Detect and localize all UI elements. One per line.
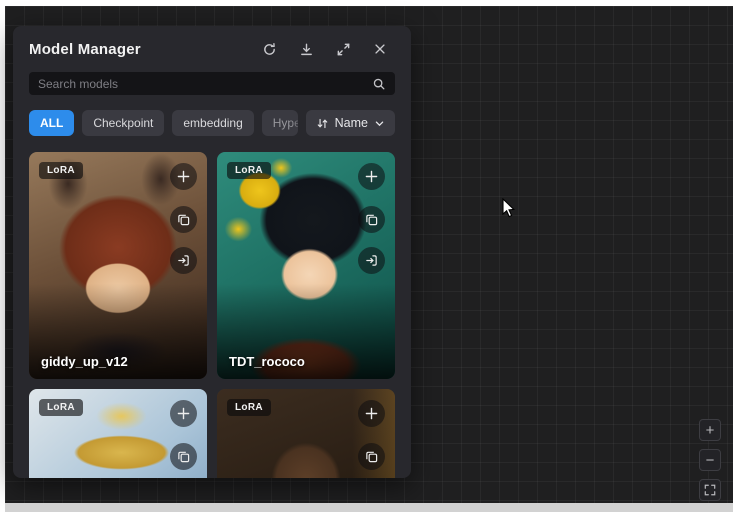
model-manager-dialog: Model Manager [13, 26, 411, 478]
fit-view-icon [704, 484, 716, 496]
plus-icon [177, 407, 190, 420]
horizontal-scrollbar[interactable] [5, 503, 733, 512]
search-icon [372, 77, 386, 91]
search-input[interactable] [38, 77, 372, 91]
dialog-title: Model Manager [29, 41, 141, 58]
copy-model-button[interactable] [358, 206, 385, 233]
model-type-badge: LoRA [227, 162, 271, 179]
sort-dropdown[interactable]: Name [306, 110, 395, 136]
sort-label: Name [335, 116, 368, 130]
model-type-badge: LoRA [39, 162, 83, 179]
model-name: giddy_up_v12 [41, 354, 128, 369]
filter-chips-row: ALL Checkpoint embedding Hyper Name [29, 110, 395, 136]
close-button[interactable] [371, 40, 389, 58]
model-card[interactable]: LoRA [29, 152, 207, 379]
load-into-workflow-icon [177, 254, 190, 267]
filter-embedding[interactable]: embedding [172, 110, 253, 136]
close-icon [373, 42, 387, 56]
plus-icon [177, 170, 190, 183]
canvas-zoom-controls: + − [699, 419, 721, 501]
copy-model-button[interactable] [170, 443, 197, 470]
card-actions [358, 400, 385, 470]
model-card[interactable]: LoRA [217, 389, 395, 478]
download-button[interactable] [297, 40, 315, 58]
model-type-badge: LoRA [227, 399, 271, 416]
refresh-button[interactable] [260, 40, 278, 58]
card-actions [358, 163, 385, 274]
plus-icon [365, 170, 378, 183]
load-model-button[interactable] [358, 247, 385, 274]
dialog-header-actions [260, 40, 389, 58]
model-card[interactable]: LoRA [29, 389, 207, 478]
copy-icon [365, 450, 378, 463]
filter-checkpoint[interactable]: Checkpoint [82, 110, 164, 136]
copy-model-button[interactable] [358, 443, 385, 470]
plus-icon [365, 407, 378, 420]
copy-icon [365, 213, 378, 226]
add-model-button[interactable] [170, 400, 197, 427]
add-model-button[interactable] [358, 163, 385, 190]
copy-model-button[interactable] [170, 206, 197, 233]
model-card-grid: LoRA [29, 152, 395, 478]
filter-hypernetwork[interactable]: Hyper [262, 110, 298, 136]
chevron-down-icon [374, 118, 385, 129]
model-type-badge: LoRA [39, 399, 83, 416]
mouse-cursor-icon [502, 198, 518, 225]
download-icon [299, 42, 314, 57]
search-bar [29, 72, 395, 95]
expand-icon [336, 42, 351, 57]
refresh-icon [262, 42, 277, 57]
copy-icon [177, 213, 190, 226]
node-canvas[interactable]: Model Manager [5, 6, 733, 503]
card-actions [170, 400, 197, 470]
zoom-in-button[interactable]: + [699, 419, 721, 441]
fit-view-button[interactable] [699, 479, 721, 501]
add-model-button[interactable] [358, 400, 385, 427]
card-actions [170, 163, 197, 274]
expand-button[interactable] [334, 40, 352, 58]
filter-all[interactable]: ALL [29, 110, 74, 136]
copy-icon [177, 450, 190, 463]
dialog-header: Model Manager [13, 26, 411, 60]
sort-icon [316, 117, 329, 130]
zoom-out-button[interactable]: − [699, 449, 721, 471]
load-into-workflow-icon [365, 254, 378, 267]
add-model-button[interactable] [170, 163, 197, 190]
load-model-button[interactable] [170, 247, 197, 274]
model-card[interactable]: LoRA [217, 152, 395, 379]
model-name: TDT_rococo [229, 354, 305, 369]
